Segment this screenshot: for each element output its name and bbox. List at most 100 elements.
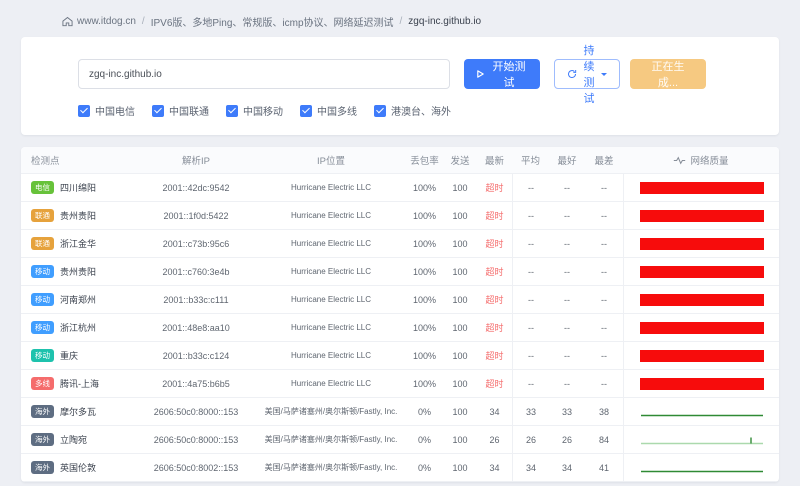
worst-cell: -- [585, 351, 623, 361]
avg-cell: 26 [512, 426, 549, 453]
header-worst: 最差 [585, 153, 623, 167]
location-cell: Hurricane Electric LLC [256, 211, 406, 220]
ip-cell: 2001::c73b:95c6 [136, 239, 256, 249]
node-city-label: 英国伦敦 [60, 461, 96, 474]
start-test-label: 开始测试 [490, 58, 528, 90]
latest-cell: 超时 [477, 237, 512, 250]
quality-cell [623, 258, 779, 285]
breadcrumb-separator: / [142, 16, 145, 27]
node-city-label: 贵州贵阳 [60, 209, 96, 222]
avg-cell: -- [512, 342, 549, 369]
avg-cell: -- [512, 230, 549, 257]
best-cell: -- [549, 323, 585, 333]
location-cell: 美国/马萨诸塞州/奥尔斯顿/Fastly, Inc. [256, 406, 406, 417]
avg-cell: 34 [512, 454, 549, 481]
loss-cell: 0% [406, 407, 443, 417]
quality-cell [623, 370, 779, 397]
generating-label: 正在生成... [642, 58, 694, 90]
continuous-test-button[interactable]: 持续测试 [554, 59, 620, 89]
loop-icon [567, 69, 577, 79]
table-header-row: 检测点 解析IP IP位置 丢包率 发送 最新 平均 最好 最差 网络质量 [21, 147, 779, 174]
table-row: 联通贵州贵阳2001::1f0d:5422Hurricane Electric … [21, 202, 779, 230]
sent-cell: 100 [443, 323, 477, 333]
carrier-checkbox-2[interactable]: 中国移动 [226, 103, 283, 118]
sent-cell: 100 [443, 407, 477, 417]
network-quality-graph [624, 370, 779, 397]
location-cell: Hurricane Electric LLC [256, 323, 406, 332]
location-cell: Hurricane Electric LLC [256, 351, 406, 360]
node-cell: 多线腾讯-上海 [21, 377, 136, 390]
latest-cell: 超时 [477, 293, 512, 306]
loss-cell: 0% [406, 463, 443, 473]
node-city-label: 立陶宛 [60, 433, 87, 446]
node-cell: 电信四川绵阳 [21, 181, 136, 194]
worst-cell: -- [585, 323, 623, 333]
sent-cell: 100 [443, 295, 477, 305]
table-row: 移动浙江杭州2001::48e8:aa10Hurricane Electric … [21, 314, 779, 342]
worst-cell: 84 [585, 435, 623, 445]
ip-cell: 2001::4a75:b6b5 [136, 379, 256, 389]
node-city-label: 四川绵阳 [60, 181, 96, 194]
best-cell: -- [549, 379, 585, 389]
loss-cell: 100% [406, 323, 443, 333]
quality-cell [623, 230, 779, 257]
network-quality-graph [624, 174, 779, 201]
loss-cell: 100% [406, 239, 443, 249]
avg-cell: -- [512, 258, 549, 285]
carrier-checkbox-3[interactable]: 中国多线 [300, 103, 357, 118]
network-quality-graph [624, 202, 779, 229]
location-cell: Hurricane Electric LLC [256, 183, 406, 192]
checkbox-checked-icon [300, 105, 312, 117]
checkbox-checked-icon [226, 105, 238, 117]
header-node: 检测点 [21, 153, 136, 167]
loss-cell: 0% [406, 435, 443, 445]
location-cell: Hurricane Electric LLC [256, 379, 406, 388]
generating-button[interactable]: 正在生成... [630, 59, 706, 89]
worst-cell: 41 [585, 463, 623, 473]
network-quality-graph [624, 314, 779, 341]
location-cell: 美国/马萨诸塞州/奥尔斯顿/Fastly, Inc. [256, 434, 406, 445]
network-quality-graph [624, 426, 779, 453]
carrier-badge: 多线 [31, 377, 54, 390]
carrier-badge: 移动 [31, 265, 54, 278]
ip-cell: 2001::c760:3e4b [136, 267, 256, 277]
carrier-badge: 联通 [31, 237, 54, 250]
carrier-badge: 联通 [31, 209, 54, 222]
checkbox-label: 中国电信 [95, 103, 135, 118]
carrier-checkbox-4[interactable]: 港澳台、海外 [374, 103, 451, 118]
network-quality-graph [624, 230, 779, 257]
best-cell: -- [549, 295, 585, 305]
sent-cell: 100 [443, 379, 477, 389]
node-cell: 联通贵州贵阳 [21, 209, 136, 222]
header-location: IP位置 [256, 153, 406, 167]
table-body: 电信四川绵阳2001::42dc:9542Hurricane Electric … [21, 174, 779, 482]
checkbox-label: 中国移动 [243, 103, 283, 118]
table-row: 海外立陶宛2606:50c0:8000::153美国/马萨诸塞州/奥尔斯顿/Fa… [21, 426, 779, 454]
target-host-input[interactable] [78, 59, 450, 89]
avg-cell: -- [512, 314, 549, 341]
table-row: 海外摩尔多瓦2606:50c0:8000::153美国/马萨诸塞州/奥尔斯顿/F… [21, 398, 779, 426]
quality-line-green [640, 461, 764, 475]
ip-cell: 2606:50c0:8000::153 [136, 407, 256, 417]
latest-cell: 34 [477, 407, 512, 417]
node-cell: 移动重庆 [21, 349, 136, 362]
table-row: 移动贵州贵阳2001::c760:3e4bHurricane Electric … [21, 258, 779, 286]
quality-bar-red [640, 182, 764, 194]
best-cell: -- [549, 351, 585, 361]
carrier-checkbox-0[interactable]: 中国电信 [78, 103, 135, 118]
node-city-label: 贵州贵阳 [60, 265, 96, 278]
breadcrumb: www.itdog.cn / IPV6版、多地Ping、常规版、icmp协议、网… [0, 0, 800, 31]
header-best: 最好 [549, 153, 585, 167]
node-cell: 移动浙江杭州 [21, 321, 136, 334]
sent-cell: 100 [443, 211, 477, 221]
carrier-badge: 移动 [31, 321, 54, 334]
quality-line-green-spike [640, 433, 764, 447]
quality-bar-red [640, 378, 764, 390]
carrier-checkbox-group: 中国电信 中国联通 中国移动 中国多线 港澳台、海外 [78, 103, 759, 118]
node-city-label: 浙江杭州 [60, 321, 96, 334]
breadcrumb-home-link[interactable]: www.itdog.cn [62, 16, 136, 27]
network-quality-graph [624, 258, 779, 285]
start-test-button[interactable]: 开始测试 [464, 59, 540, 89]
node-cell: 海外英国伦敦 [21, 461, 136, 474]
carrier-checkbox-1[interactable]: 中国联通 [152, 103, 209, 118]
